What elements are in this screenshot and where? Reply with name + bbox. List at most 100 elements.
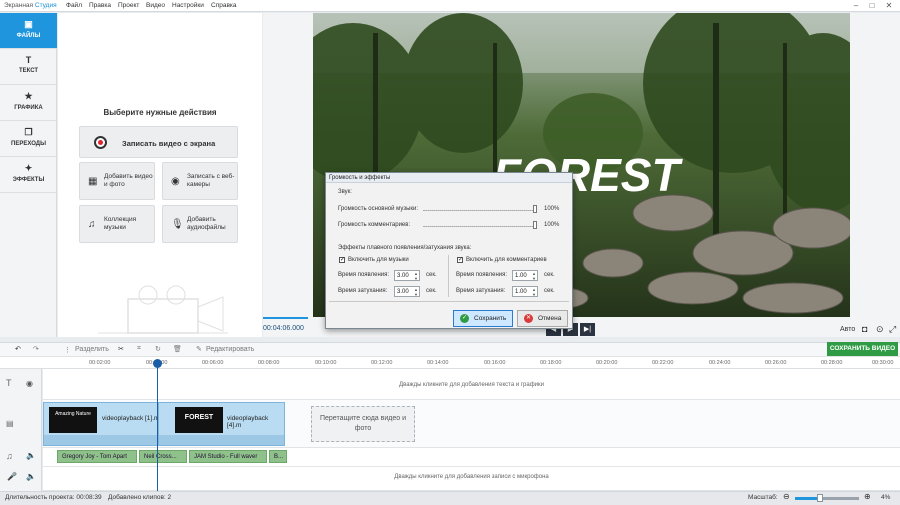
timeline-toolbar	[0, 342, 900, 357]
main-music-slider-knob[interactable]	[533, 205, 537, 213]
close-icon[interactable]: ✕	[883, 1, 895, 10]
maximize-icon[interactable]: □	[866, 1, 878, 10]
record-screen-button[interactable]: Записать видео с экрана	[79, 126, 238, 158]
ruler-tick: 00:18:00	[540, 360, 562, 366]
audio-clip[interactable]: JAM Studio - Full waver	[189, 450, 267, 463]
cut-icon[interactable]: ✂	[118, 345, 124, 353]
add-video-button[interactable]: ▦ Добавить видео и фото	[79, 162, 155, 200]
dialog-title: Громкость и эффекты	[326, 173, 572, 183]
dialog-divider	[448, 255, 449, 297]
playhead[interactable]	[157, 361, 158, 491]
crop-icon[interactable]: ⌗	[137, 345, 141, 353]
menu-file[interactable]: Файл	[66, 2, 82, 9]
edit-button[interactable]: Редактировать	[206, 346, 254, 353]
zoom-out-icon[interactable]: ⊖	[783, 492, 790, 501]
video-clip[interactable]: Amazing Nature videoplayback [1].mp4	[43, 402, 173, 446]
enable-comments-checkbox[interactable]: ✓	[457, 257, 463, 263]
text-track[interactable]: Дважды кликните для добавления текста и …	[43, 369, 900, 400]
zoom-in-icon[interactable]: ⊕	[864, 492, 871, 501]
audio-clip[interactable]: Gregory Joy - Tom Apart	[57, 450, 137, 463]
minimize-icon[interactable]: –	[850, 1, 862, 10]
ruler-tick: 00:26:00	[765, 360, 787, 366]
video-clip[interactable]: FOREST videoplayback [4].m	[158, 402, 285, 446]
clip-label: videoplayback [4].m	[227, 415, 269, 429]
ruler-tick: 00:14:00	[427, 360, 449, 366]
audio-clip[interactable]: B...	[269, 450, 287, 463]
redo-icon[interactable]: ↷	[33, 345, 39, 353]
sec-label: сек.	[544, 288, 555, 294]
audio-clip[interactable]: Neil Cross...	[139, 450, 187, 463]
add-audio-button[interactable]: 🎙 Добавить аудиофайлы	[162, 205, 238, 243]
spin-arrows-icon[interactable]: ▲ ▼	[414, 271, 418, 281]
fade-label: Эффекты плавного появления/затухания зву…	[338, 245, 472, 251]
menu-project[interactable]: Проект	[118, 2, 139, 9]
video-track[interactable]: Amazing Nature videoplayback [1].mp4 FOR…	[43, 400, 900, 448]
sec-label: сек.	[544, 272, 555, 278]
zoom-slider-knob[interactable]	[817, 494, 823, 502]
camera-icon[interactable]: ◘	[862, 324, 867, 334]
undo-icon[interactable]: ↶	[15, 345, 21, 353]
menu-help[interactable]: Справка	[211, 2, 237, 9]
comment-fade-out-field[interactable]: 1.00 ▲ ▼	[512, 286, 538, 297]
tab-text[interactable]: T ТЕКСТ	[0, 49, 57, 85]
aspect-select[interactable]: Авто	[840, 326, 855, 333]
snapshot-icon[interactable]: ⊙	[876, 324, 884, 335]
menu-edit[interactable]: Правка	[89, 2, 111, 9]
comment-fade-in-field[interactable]: 1.00 ▲ ▼	[512, 270, 538, 281]
eye-icon[interactable]: ◉	[26, 379, 33, 388]
music-collection-button[interactable]: ♫ Коллекция музыки	[79, 205, 155, 243]
mic-speaker-icon[interactable]: 🔈	[26, 472, 36, 481]
ruler-tick: 00:20:00	[596, 360, 618, 366]
next-frame-button[interactable]: ▶|	[580, 323, 595, 336]
spin-arrows-icon[interactable]: ▲ ▼	[532, 287, 536, 297]
speaker-icon[interactable]: 🔈	[26, 451, 36, 460]
tab-transitions[interactable]: ❐ ПЕРЕХОДЫ	[0, 121, 57, 157]
ruler-tick: 00:24:00	[709, 360, 731, 366]
edit-icon[interactable]: ✎	[196, 345, 202, 353]
film-icon: ▦	[88, 176, 98, 187]
enable-music-label: Включить для музыки	[348, 257, 409, 263]
fullscreen-icon[interactable]: ⤢	[889, 324, 896, 335]
ruler-tick: 00:08:00	[258, 360, 280, 366]
playhead-handle[interactable]	[153, 359, 162, 368]
cancel-button[interactable]: ✕ Отмена	[517, 310, 568, 327]
split-button[interactable]: Разделить	[75, 346, 109, 353]
zoom-label: Масштаб:	[748, 494, 778, 501]
mic-track[interactable]: Дважды кликните для добавления записи с …	[43, 467, 900, 491]
ruler-tick: 00:28:00	[821, 360, 843, 366]
music-track-icon: ♫	[6, 451, 13, 461]
track-headers: T ◉ ▤ ♫ 🔈 🎤 🔈	[0, 369, 42, 491]
magic-wand-icon: ✦	[24, 163, 33, 173]
enable-music-checkbox[interactable]: ✓	[339, 257, 345, 263]
drop-zone[interactable]: Перетащите сюда видео и фото	[311, 406, 415, 442]
menu-settings[interactable]: Настройки	[172, 2, 204, 9]
playback-progress[interactable]	[263, 317, 308, 319]
comments-slider-knob[interactable]	[533, 221, 537, 229]
save-video-button[interactable]: СОХРАНИТЬ ВИДЕО	[827, 342, 898, 356]
video-track-icon: ▤	[6, 419, 14, 428]
tab-effects[interactable]: ✦ ЭФФЕКТЫ	[0, 157, 57, 193]
spin-arrows-icon[interactable]: ▲ ▼	[532, 271, 536, 281]
spin-arrows-icon[interactable]: ▲ ▼	[414, 287, 418, 297]
comments-slider[interactable]	[423, 226, 535, 227]
menu-video[interactable]: Видео	[146, 2, 165, 9]
clip-waveform	[44, 435, 172, 445]
music-fade-in-field[interactable]: 3.00 ▲ ▼	[394, 270, 420, 281]
timeline-ruler[interactable]: 00:02:00 00:04:00 00:06:00 00:08:00 00:1…	[0, 357, 900, 369]
save-button[interactable]: ✓ Сохранить	[453, 310, 513, 327]
record-webcam-button[interactable]: ◉ Записать с веб-камеры	[162, 162, 238, 200]
rotate-icon[interactable]: ↻	[155, 345, 161, 353]
split-icon[interactable]: ⋮	[64, 346, 71, 354]
files-panel-title: Выберите нужные действия	[103, 108, 217, 117]
clip-thumbnail: Amazing Nature	[49, 407, 97, 433]
music-track[interactable]: Gregory Joy - Tom Apart Neil Cross... JA…	[43, 448, 900, 467]
main-music-slider[interactable]	[423, 210, 535, 211]
clips-count: Добавлено клипов: 2	[108, 494, 172, 501]
music-fade-out-field[interactable]: 3.00 ▲ ▼	[394, 286, 420, 297]
tab-files[interactable]: ▣ ФАЙЛЫ	[0, 13, 57, 49]
tab-graphics[interactable]: ★ ГРАФИКА	[0, 85, 57, 121]
ruler-tick: 00:10:00	[315, 360, 337, 366]
files-panel: Выберите нужные действия Записать видео …	[58, 13, 262, 337]
mic-track-icon: 🎤	[7, 472, 17, 481]
delete-icon[interactable]: 🗑	[173, 345, 182, 353]
